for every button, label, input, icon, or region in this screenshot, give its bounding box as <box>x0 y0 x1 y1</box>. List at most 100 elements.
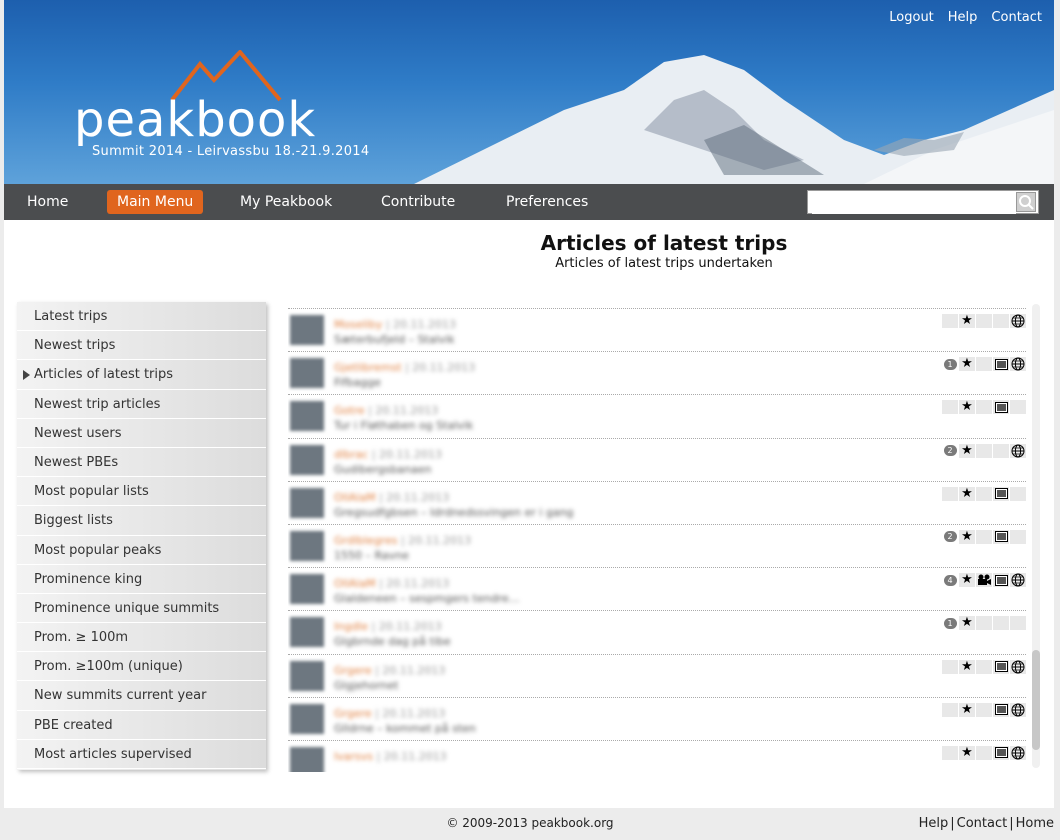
trip-thumbnail[interactable] <box>290 444 324 475</box>
list-item[interactable]: OllAlaM | 20.11.2013 Gregsudfgbsen – Idrd… <box>288 480 1026 524</box>
list-scrollbar[interactable] <box>1032 304 1040 768</box>
list-item[interactable]: dlbrac | 20.11.2013 Gudibergsbanaen 2 ★ <box>288 437 1026 481</box>
nav-main-menu[interactable]: Main Menu <box>107 190 204 214</box>
contact-link[interactable]: Contact <box>991 10 1042 25</box>
sidebar-item[interactable]: Articles of latest trips <box>17 360 266 390</box>
star-icon: ★ <box>959 400 975 415</box>
author-name[interactable]: Ingdle <box>334 620 368 633</box>
sidebar-item[interactable]: Newest trip articles <box>17 390 266 419</box>
author-name[interactable]: Grgere <box>334 664 372 677</box>
trip-description[interactable]: Glgjehornet <box>334 679 398 692</box>
globe-icon <box>1010 314 1026 328</box>
trip-description[interactable]: Sæterbufjeld – Stalvik <box>334 333 455 346</box>
sidebar-item[interactable]: Most popular peaks <box>17 536 266 565</box>
trip-author[interactable]: OllAlaM | 20.11.2013 <box>334 577 449 590</box>
trip-description[interactable]: Glaldeneen – sespmgers tendre… <box>334 592 520 605</box>
trip-thumbnail[interactable] <box>290 617 324 648</box>
help-link[interactable]: Help <box>948 10 978 25</box>
logout-link[interactable]: Logout <box>889 10 934 25</box>
trip-description[interactable]: Gregsudfgbsen – Idrdnedssvingen er i gan… <box>334 506 574 519</box>
sidebar-item[interactable]: PBE created <box>17 711 266 740</box>
author-name[interactable]: OllAlaM <box>334 577 376 590</box>
trip-author[interactable]: dlbrac | 20.11.2013 <box>334 448 442 461</box>
logo-text[interactable]: peakbook <box>74 92 316 148</box>
sidebar-item[interactable]: Prominence unique summits <box>17 594 266 624</box>
trip-author[interactable]: OllAlaM | 20.11.2013 <box>334 491 449 504</box>
comment-count-icon <box>942 745 958 760</box>
search-input[interactable] <box>812 192 1016 214</box>
sidebar-item[interactable]: Prom. ≥ 100m <box>17 623 266 653</box>
search-icon[interactable] <box>1016 192 1036 212</box>
sidebar-item[interactable]: Newest PBEs <box>17 448 266 478</box>
trip-description[interactable]: Gudibergsbanaen <box>334 463 432 476</box>
sidebar-item[interactable]: Latest trips <box>17 302 266 332</box>
row-icons: 1 ★ <box>941 616 1026 631</box>
globe-icon <box>1010 400 1026 415</box>
trip-description[interactable]: Glgbrnde dag på tibe <box>334 635 451 648</box>
nav-contribute[interactable]: Contribute <box>371 190 465 214</box>
trip-thumbnail[interactable] <box>290 703 324 734</box>
sidebar-item[interactable]: Newest users <box>17 419 266 448</box>
trip-thumbnail[interactable] <box>290 487 324 518</box>
sidebar-item[interactable]: New summits current year <box>17 681 266 711</box>
nav-home[interactable]: Home <box>17 190 78 214</box>
comment-count-icon: 2 <box>942 444 958 458</box>
trip-description[interactable]: Glldrne – kommet på sten <box>334 722 476 735</box>
footer-help-link[interactable]: Help <box>919 816 949 831</box>
list-item[interactable]: Grgere | 20.11.2013 Glgjehornet ★ <box>288 653 1026 697</box>
trip-description[interactable]: Tur i Fløthaben og Stalvik <box>334 419 473 432</box>
row-icons: 2 ★ <box>941 443 1026 458</box>
author-name[interactable]: OllAlaM <box>334 491 376 504</box>
trip-author[interactable]: Grgere | 20.11.2013 <box>334 664 445 677</box>
list-item[interactable]: Moseliby | 20.11.2013 Sæterbufjeld – Stal… <box>288 308 1026 351</box>
trip-thumbnail[interactable] <box>290 574 324 605</box>
trip-author[interactable]: Gotre | 20.11.2013 <box>334 404 438 417</box>
trip-author[interactable]: Grdlblegres | 20.11.2013 <box>334 534 471 547</box>
list-item[interactable]: Gjetlibremst | 20.11.2013 Fifbagge 1 ★ <box>288 351 1026 394</box>
author-name[interactable]: Grdlblegres <box>334 534 397 547</box>
footer-contact-link[interactable]: Contact <box>957 816 1008 831</box>
trip-author[interactable]: Grgere | 20.11.2013 <box>334 707 445 720</box>
trip-thumbnail[interactable] <box>290 746 324 772</box>
footer-home-link[interactable]: Home <box>1016 816 1054 831</box>
sidebar-item[interactable]: Most articles supervised <box>17 740 266 769</box>
comment-count-icon <box>942 486 958 501</box>
list-item[interactable]: Grdlblegres | 20.11.2013 1550 – Ravne 2 ★ <box>288 523 1026 567</box>
list-item[interactable]: Ingdle | 20.11.2013 Glgbrnde dag på tibe 1… <box>288 610 1026 653</box>
list-item[interactable]: Ivarsvs | 20.11.2013 ★ <box>288 739 1026 772</box>
trip-description[interactable]: 1550 – Ravne <box>334 549 409 562</box>
author-name[interactable]: dlbrac <box>334 448 368 461</box>
list-item[interactable]: OllAlaM | 20.11.2013 Glaldeneen – sespmge… <box>288 567 1026 610</box>
sidebar-item[interactable]: Most popular lists <box>17 477 266 507</box>
trip-thumbnail[interactable] <box>290 530 324 561</box>
author-name[interactable]: Grgere <box>334 707 372 720</box>
date-separator: | <box>371 706 383 720</box>
nav-my-peakbook[interactable]: My Peakbook <box>230 190 342 214</box>
trip-thumbnail[interactable] <box>290 401 324 432</box>
date-separator: | <box>364 404 376 418</box>
list-item[interactable]: Gotre | 20.11.2013 Tur i Fløthaben og Sta… <box>288 394 1026 437</box>
sidebar-item[interactable]: Biggest lists <box>17 506 266 536</box>
author-name[interactable]: Gjetlibremst <box>334 361 402 374</box>
author-name[interactable]: Gotre <box>334 404 365 417</box>
star-icon: ★ <box>959 529 975 544</box>
sidebar-item[interactable]: Prom. ≥100m (unique) <box>17 652 266 682</box>
author-name[interactable]: Moseliby <box>334 318 382 331</box>
trip-author[interactable]: Gjetlibremst | 20.11.2013 <box>334 361 475 374</box>
trip-description[interactable]: Fifbagge <box>334 376 381 389</box>
list-item[interactable]: Grgere | 20.11.2013 Glldrne – kommet på s… <box>288 696 1026 740</box>
trip-author[interactable]: Moseliby | 20.11.2013 <box>334 318 456 331</box>
trip-thumbnail[interactable] <box>290 315 324 345</box>
comment-count: 1 <box>943 617 957 629</box>
trip-date: 20.11.2013 <box>378 620 442 634</box>
trip-author[interactable]: Ingdle | 20.11.2013 <box>334 620 442 633</box>
nav-preferences[interactable]: Preferences <box>496 190 598 214</box>
sidebar-item[interactable]: Newest trips <box>17 331 266 361</box>
trip-thumbnail[interactable] <box>290 358 324 389</box>
trip-thumbnail[interactable] <box>290 660 324 691</box>
sidebar-item[interactable]: Prominence king <box>17 565 266 594</box>
logo-subtitle: Summit 2014 - Leirvassbu 18.-21.9.2014 <box>92 144 370 159</box>
trip-author[interactable]: Ivarsvs | 20.11.2013 <box>334 750 447 763</box>
author-name[interactable]: Ivarsvs <box>334 750 373 763</box>
scrollbar-thumb[interactable] <box>1032 650 1040 750</box>
